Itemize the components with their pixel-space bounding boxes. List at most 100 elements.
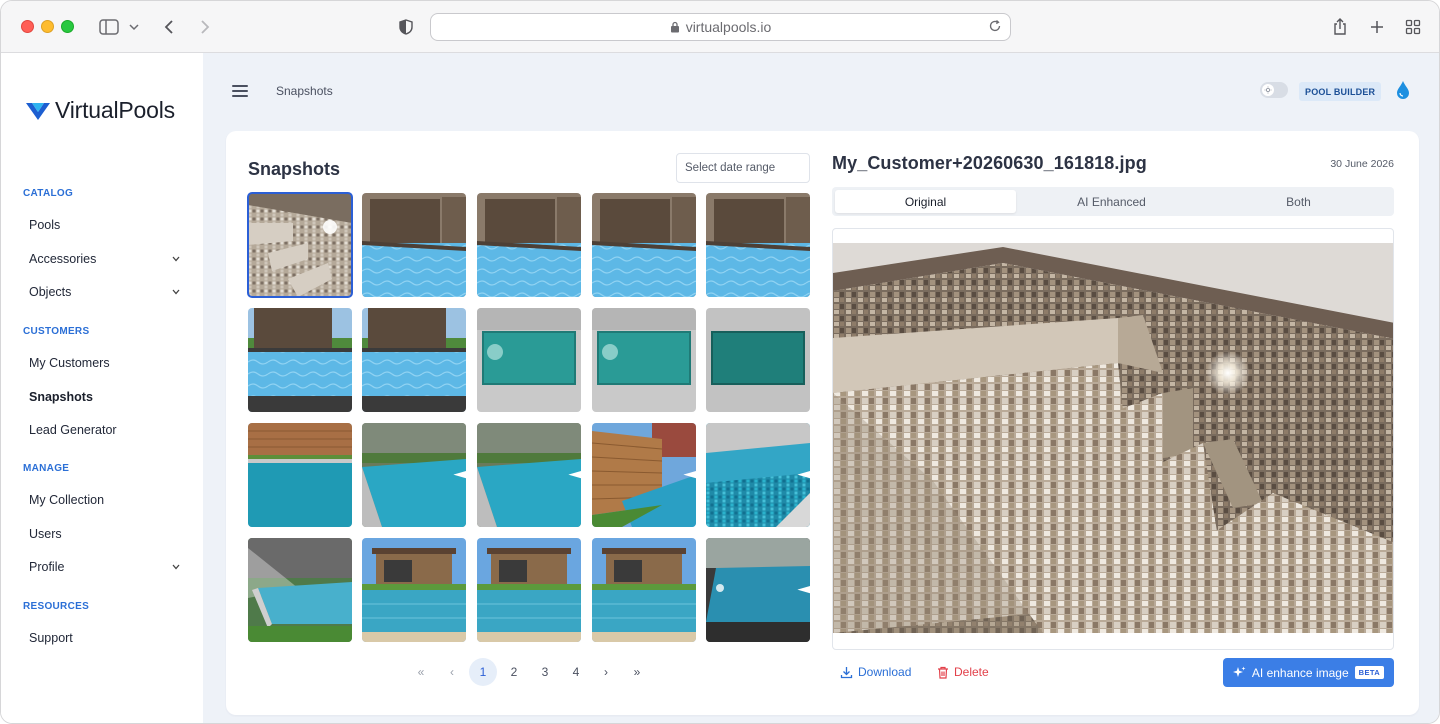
url-text: virtualpools.io bbox=[685, 19, 772, 35]
snapshot-preview[interactable] bbox=[832, 228, 1394, 650]
snapshot-thumbnail[interactable] bbox=[706, 308, 810, 412]
main-area: Snapshots POOL BUILDER Snapshots Select … bbox=[203, 53, 1439, 723]
tab-both[interactable]: Both bbox=[1208, 190, 1389, 213]
chevron-down-icon bbox=[171, 254, 181, 264]
date-range-input[interactable]: Select date range bbox=[676, 153, 810, 183]
sidebar-item-users[interactable]: Users bbox=[29, 527, 181, 541]
sidebar-item-label: Objects bbox=[29, 285, 72, 299]
sidebar-item-my-customers[interactable]: My Customers bbox=[29, 356, 181, 370]
sparkle-icon bbox=[793, 542, 810, 594]
snapshot-thumbnail[interactable] bbox=[592, 538, 696, 642]
back-icon[interactable] bbox=[161, 17, 177, 37]
download-icon bbox=[840, 666, 853, 678]
sidebar-item-label: Accessories bbox=[29, 252, 97, 266]
shield-icon[interactable] bbox=[397, 17, 415, 37]
forward-icon[interactable] bbox=[197, 17, 213, 37]
snapshot-thumbnail[interactable] bbox=[592, 308, 696, 412]
sparkle-icon bbox=[564, 427, 581, 479]
theme-toggle[interactable] bbox=[1260, 82, 1288, 98]
snapshot-thumbnail[interactable] bbox=[706, 423, 810, 527]
snapshot-thumbnail[interactable] bbox=[248, 423, 352, 527]
sidebar-item-label: Support bbox=[29, 631, 73, 645]
nav-section-customers: CUSTOMERS bbox=[23, 326, 90, 337]
delete-button[interactable]: Delete bbox=[937, 665, 989, 679]
snapshot-thumbnail[interactable] bbox=[706, 538, 810, 642]
snapshot-thumbnail[interactable] bbox=[477, 308, 581, 412]
snapshot-thumbnail[interactable] bbox=[248, 308, 352, 412]
snapshot-thumbnail[interactable] bbox=[592, 193, 696, 297]
tab-ai-enhanced[interactable]: AI Enhanced bbox=[1021, 190, 1202, 213]
sparkle-icon bbox=[1232, 666, 1246, 677]
gallery-title: Snapshots bbox=[248, 159, 341, 179]
reload-icon[interactable] bbox=[988, 19, 1002, 36]
sidebar: VirtualPools CATALOG Pools Accessories Obje… bbox=[1, 53, 203, 723]
page-3[interactable]: 3 bbox=[531, 658, 559, 686]
snapshot-thumbnail[interactable] bbox=[247, 192, 353, 298]
sidebar-item-label: Pools bbox=[29, 218, 61, 232]
chevron-down-icon[interactable] bbox=[128, 17, 140, 37]
sparkle-icon bbox=[793, 427, 810, 479]
file-date: 30 June 2026 bbox=[1330, 158, 1394, 170]
snapshot-thumbnail[interactable] bbox=[362, 193, 466, 297]
last-page-icon[interactable]: » bbox=[623, 658, 651, 686]
sidebar-item-pools[interactable]: Pools bbox=[29, 218, 181, 232]
sidebar-item-label: Lead Generator bbox=[29, 423, 117, 437]
snapshot-thumbnail[interactable] bbox=[477, 193, 581, 297]
minimize-window-button[interactable] bbox=[41, 20, 54, 33]
download-button[interactable]: Download bbox=[840, 665, 911, 679]
logo[interactable]: VirtualPools bbox=[25, 97, 175, 124]
sidebar-item-label: My Collection bbox=[29, 493, 105, 507]
sidebar-item-label: My Customers bbox=[29, 356, 110, 370]
zoom-window-button[interactable] bbox=[61, 20, 74, 33]
ai-enhance-label: AI enhance image bbox=[1251, 665, 1349, 680]
sidebar-item-support[interactable]: Support bbox=[29, 631, 181, 645]
menu-icon[interactable] bbox=[232, 85, 248, 99]
first-page-icon[interactable]: « bbox=[407, 658, 435, 686]
sidebar-item-profile[interactable]: Profile bbox=[29, 560, 181, 574]
nav-section-resources: RESOURCES bbox=[23, 601, 90, 612]
sidebar-item-label: Snapshots bbox=[29, 390, 93, 404]
view-tabs: Original AI Enhanced Both bbox=[832, 187, 1394, 216]
prev-page-icon[interactable]: ‹ bbox=[438, 658, 466, 686]
snapshot-thumbnail[interactable] bbox=[362, 308, 466, 412]
snapshot-thumbnail[interactable] bbox=[362, 423, 466, 527]
chevron-down-icon bbox=[171, 287, 181, 297]
snapshot-thumbnail[interactable] bbox=[362, 538, 466, 642]
tab-original[interactable]: Original bbox=[835, 190, 1016, 213]
share-icon[interactable] bbox=[1331, 17, 1349, 37]
address-bar[interactable]: virtualpools.io bbox=[430, 13, 1011, 41]
preview-image bbox=[833, 243, 1393, 633]
next-page-icon[interactable]: › bbox=[592, 658, 620, 686]
sidebar-item-label: Profile bbox=[29, 560, 65, 574]
page-2[interactable]: 2 bbox=[500, 658, 528, 686]
sidebar-item-my-collection[interactable]: My Collection bbox=[29, 493, 181, 507]
file-name: My_Customer+20260630_161818.jpg bbox=[832, 153, 1147, 173]
download-label: Download bbox=[858, 665, 912, 679]
snapshot-thumbnail[interactable] bbox=[477, 423, 581, 527]
snapshot-thumbnail[interactable] bbox=[706, 193, 810, 297]
logo-text: VirtualPools bbox=[55, 97, 175, 123]
lock-icon bbox=[670, 21, 680, 33]
delete-label: Delete bbox=[954, 665, 989, 679]
sidebar-item-label: Users bbox=[29, 527, 62, 541]
snapshot-thumbnail[interactable] bbox=[477, 538, 581, 642]
water-drop-icon[interactable] bbox=[1396, 80, 1410, 105]
sidebar-item-snapshots[interactable]: Snapshots bbox=[29, 390, 181, 404]
ai-enhance-button[interactable]: AI enhance image BETA bbox=[1223, 658, 1394, 687]
close-window-button[interactable] bbox=[21, 20, 34, 33]
snapshot-thumbnail[interactable] bbox=[592, 423, 696, 527]
page-4[interactable]: 4 bbox=[562, 658, 590, 686]
sidebar-item-lead-generator[interactable]: Lead Generator bbox=[29, 423, 181, 437]
snapshot-thumbnail[interactable] bbox=[248, 538, 352, 642]
snapshots-card: Snapshots Select date range «‹ 1 2 3 4 ›» My_… bbox=[226, 131, 1419, 715]
browser-window: virtualpools.io VirtualPools CATALOG Pool… bbox=[0, 0, 1440, 724]
page-1[interactable]: 1 bbox=[469, 658, 497, 686]
pool-builder-badge[interactable]: POOL BUILDER bbox=[1299, 82, 1382, 101]
tab-overview-icon[interactable] bbox=[1404, 17, 1422, 37]
breadcrumb: Snapshots bbox=[276, 84, 333, 98]
sidebar-item-accessories[interactable]: Accessories bbox=[29, 252, 181, 266]
beta-badge: BETA bbox=[1354, 666, 1385, 679]
sidebar-toggle-icon[interactable] bbox=[98, 17, 120, 37]
new-tab-icon[interactable] bbox=[1368, 17, 1386, 37]
sidebar-item-objects[interactable]: Objects bbox=[29, 285, 181, 299]
